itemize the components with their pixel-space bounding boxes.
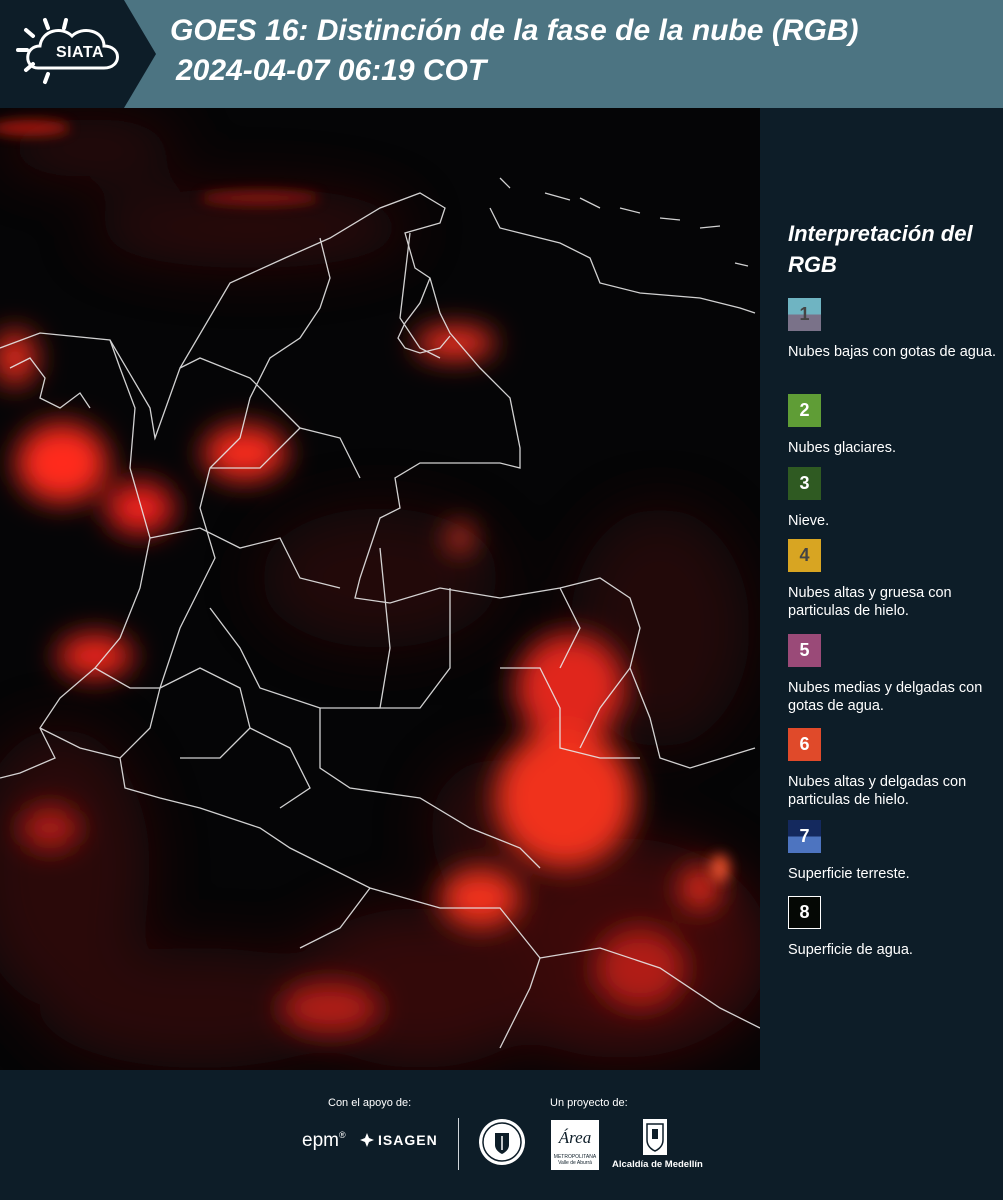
legend-item-5: 5 Nubes medias y delgadas con gotas de a… bbox=[788, 634, 1000, 715]
legend-swatch-6: 6 bbox=[788, 728, 821, 761]
legend-item-3: 3 Nieve. bbox=[788, 467, 1000, 530]
footer-divider bbox=[458, 1118, 459, 1170]
page-title: GOES 16: Distinción de la fase de la nub… bbox=[170, 14, 859, 47]
page-timestamp: 2024-04-07 06:19 COT bbox=[176, 54, 487, 87]
siata-logo-text: SIATA bbox=[55, 44, 105, 61]
alcaldia-shield-icon bbox=[642, 1118, 668, 1161]
legend-label-5: Nubes medias y delgadas con gotas de agu… bbox=[788, 680, 983, 714]
legend-label-2: Nubes glaciares. bbox=[788, 440, 896, 456]
isagen-icon bbox=[360, 1133, 374, 1147]
legend-swatch-3: 3 bbox=[788, 467, 821, 500]
legend-item-8: 8 Superficie de agua. bbox=[788, 896, 1000, 959]
legend-item-6: 6 Nubes altas y delgadas con particulas … bbox=[788, 728, 1000, 809]
satellite-image bbox=[0, 118, 760, 1068]
legend-panel: Interpretación del RGB 1 Nubes bajas con… bbox=[760, 108, 1003, 1070]
legend-label-4: Nubes altas y gruesa con particulas de h… bbox=[788, 585, 952, 619]
legend-title: Interpretación del RGB bbox=[788, 221, 973, 277]
area-metropolitana-logo: Área METROPOLITANA Valle de Aburrá bbox=[551, 1120, 599, 1170]
legend-label-3: Nieve. bbox=[788, 513, 830, 529]
legend-item-1: 1 Nubes bajas con gotas de agua. bbox=[788, 298, 1000, 361]
alcaldia-label: Alcaldía de Medellín bbox=[612, 1159, 703, 1170]
legend-swatch-1: 1 bbox=[788, 298, 821, 331]
isagen-logo: ISAGEN bbox=[360, 1132, 438, 1148]
legend-swatch-7: 7 bbox=[788, 820, 821, 853]
legend-item-2: 2 Nubes glaciares. bbox=[788, 394, 1000, 457]
siata-logo: SIATA bbox=[0, 0, 156, 108]
seal-logo bbox=[477, 1117, 527, 1172]
footer: Con el apoyo de: Un proyecto de: epm® IS… bbox=[0, 1070, 1003, 1200]
header-bar: SIATA GOES 16: Distinción de la fase de … bbox=[0, 0, 1003, 108]
epm-logo: epm® bbox=[302, 1130, 346, 1151]
project-label: Un proyecto de: bbox=[550, 1097, 628, 1109]
legend-swatch-5: 5 bbox=[788, 634, 821, 667]
support-label: Con el apoyo de: bbox=[328, 1097, 412, 1109]
legend-label-8: Superficie de agua. bbox=[788, 942, 913, 958]
legend-swatch-8: 8 bbox=[788, 896, 821, 929]
legend-item-4: 4 Nubes altas y gruesa con particulas de… bbox=[788, 539, 1000, 620]
legend-label-1: Nubes bajas con gotas de agua. bbox=[788, 344, 996, 360]
satellite-map[interactable] bbox=[0, 108, 760, 1070]
legend-swatch-2: 2 bbox=[788, 394, 821, 427]
diffuse-clouds bbox=[0, 118, 760, 1068]
legend-label-7: Superficie terreste. bbox=[788, 866, 910, 882]
legend-label-6: Nubes altas y delgadas con particulas de… bbox=[788, 774, 967, 808]
legend-swatch-4: 4 bbox=[788, 539, 821, 572]
legend-item-7: 7 Superficie terreste. bbox=[788, 820, 1000, 883]
